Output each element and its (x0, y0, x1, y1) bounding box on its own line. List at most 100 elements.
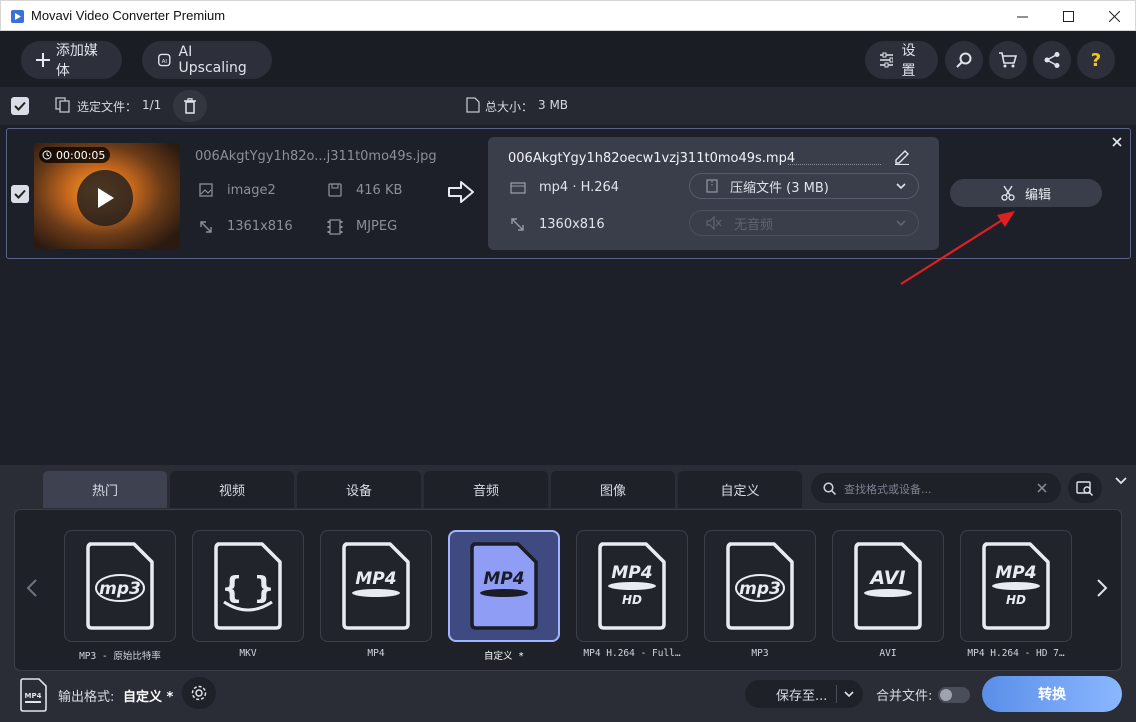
format-tile-mkv[interactable]: { } (192, 530, 304, 642)
format-label: AVI (879, 648, 897, 659)
file-thumbnail[interactable]: 00:00:05 (34, 143, 180, 249)
tab-label: 自定义 (720, 484, 760, 499)
app-logo-icon (11, 10, 24, 23)
add-media-label: 添加媒体 (55, 43, 98, 79)
store-button[interactable] (989, 41, 1027, 79)
collapse-panel-button[interactable] (1108, 468, 1134, 494)
sliders-icon (880, 52, 894, 68)
tab-devices[interactable]: 设备 (297, 471, 421, 508)
selection-bar: 选定文件： 1/1 总大小： 3 MB (0, 87, 1136, 125)
remove-file-icon[interactable] (1112, 137, 1122, 147)
merge-files-toggle[interactable] (938, 687, 970, 703)
input-resolution: 1361x816 (227, 219, 293, 234)
settings-label: 设置 (901, 43, 916, 79)
maximize-button[interactable] (1045, 1, 1091, 31)
format-tile-mp4[interactable]: MP4 (320, 530, 432, 642)
tab-popular[interactable]: 热门 (43, 471, 167, 508)
add-media-button[interactable]: 添加媒体 (21, 41, 122, 79)
save-to-button[interactable]: 保存至... (745, 680, 863, 708)
selected-files-count: 1/1 (142, 98, 162, 112)
edit-button[interactable]: 编辑 (950, 179, 1102, 207)
play-icon (98, 188, 114, 208)
tab-images[interactable]: 图像 (551, 471, 675, 508)
trash-icon (184, 98, 196, 114)
format-tile-mp4-hd-full[interactable]: MP4 HD (576, 530, 688, 642)
convert-button[interactable]: 转换 (982, 676, 1122, 712)
close-window-button[interactable] (1091, 1, 1136, 31)
tab-custom[interactable]: 自定义 (678, 471, 802, 508)
speaker-muted-icon (706, 216, 722, 230)
output-settings-button[interactable] (182, 677, 216, 709)
zip-icon (706, 179, 718, 193)
device-detect-button[interactable] (1068, 473, 1102, 503)
divider (836, 685, 837, 703)
settings-button[interactable]: 设置 (865, 41, 938, 79)
tab-video[interactable]: 视频 (170, 471, 294, 508)
compress-dropdown[interactable]: 压缩文件 (3 MB) (689, 173, 919, 199)
selected-files-label: 选定文件： (77, 100, 138, 114)
svg-text:mp3: mp3 (99, 579, 141, 599)
compress-label: 压缩文件 (3 MB) (730, 180, 829, 196)
mp4-file-icon: MP4 (342, 542, 410, 630)
mp4-hd-file-icon: MP4 HD (598, 542, 666, 630)
pencil-icon[interactable] (893, 147, 911, 165)
format-tile-mp4-hd-720[interactable]: MP4 HD (960, 530, 1072, 642)
chevron-down-icon (844, 691, 854, 698)
duration-text: 00:00:05 (56, 148, 106, 162)
gear-icon (191, 685, 207, 701)
format-tile-mp3[interactable]: mp3 (704, 530, 816, 642)
plus-icon (36, 53, 50, 67)
delete-button[interactable] (173, 90, 207, 122)
share-button[interactable] (1033, 41, 1071, 79)
ai-upscaling-button[interactable]: AI AI Upscaling (142, 41, 272, 79)
chevron-left-icon[interactable] (26, 578, 38, 598)
output-file-name[interactable]: 006AkgtYgy1h82oecw1vzj311t0mo49s.mp4 (508, 151, 795, 166)
svg-text:MP4: MP4 (25, 692, 42, 700)
title-bar: Movavi Video Converter Premium (0, 0, 1136, 31)
bottom-bar: MP4 输出格式: 自定义 * 保存至... 合并文件: 转换 (0, 672, 1136, 722)
clear-search-icon[interactable] (1037, 483, 1047, 493)
video-format-icon (510, 182, 526, 194)
select-all-checkbox[interactable] (11, 97, 29, 115)
output-format-icon: MP4 (20, 678, 47, 712)
search-icon (956, 52, 972, 68)
format-label: MP3 (751, 648, 769, 659)
search-tool-button[interactable] (945, 41, 983, 79)
format-tile-mp3-original[interactable]: mp3 (64, 530, 176, 642)
svg-text:MP4: MP4 (483, 569, 524, 589)
ai-upscaling-label: AI Upscaling (178, 44, 247, 76)
tab-label: 热门 (91, 484, 118, 499)
svg-text:mp3: mp3 (739, 579, 781, 599)
tab-audio[interactable]: 音频 (424, 471, 548, 508)
search-icon (823, 482, 836, 495)
film-icon (327, 219, 343, 235)
help-button[interactable]: ? (1077, 41, 1115, 79)
share-icon (1044, 52, 1060, 68)
duration-badge: 00:00:05 (39, 147, 111, 163)
svg-text:MP4: MP4 (355, 569, 396, 589)
tab-label: 音频 (472, 484, 499, 499)
mp4-custom-file-icon: MP4 (470, 542, 538, 630)
format-strip: mp3 MP3 - 原始比特率 { } MKV MP4 MP4 MP4 自定义 … (14, 509, 1122, 671)
files-icon (55, 97, 70, 113)
checkmark-icon (14, 189, 26, 199)
format-tile-custom[interactable]: MP4 (448, 530, 560, 642)
file-checkbox[interactable] (11, 185, 29, 203)
format-search-input[interactable]: 查找格式或设备... (811, 473, 1061, 503)
minimize-button[interactable] (999, 1, 1045, 31)
output-format-label: 输出格式: (58, 690, 115, 705)
play-button[interactable] (77, 170, 133, 226)
file-list-empty-area[interactable] (0, 260, 1136, 465)
output-resolution: 1360x816 (539, 217, 605, 232)
ai-chip-icon: AI (158, 53, 171, 67)
chevron-right-icon[interactable] (1096, 578, 1108, 598)
output-settings-panel: 006AkgtYgy1h82oecw1vzj311t0mo49s.mp4 mp4… (488, 137, 939, 250)
search-placeholder: 查找格式或设备... (844, 483, 932, 496)
resize-icon (200, 221, 212, 233)
svg-text:AVI: AVI (868, 567, 905, 589)
total-size-label: 总大小： (485, 100, 534, 114)
output-format-value: 自定义 * (123, 690, 174, 705)
svg-text:AI: AI (162, 59, 168, 65)
format-tile-avi[interactable]: AVI (832, 530, 944, 642)
save-disk-icon (328, 183, 342, 197)
